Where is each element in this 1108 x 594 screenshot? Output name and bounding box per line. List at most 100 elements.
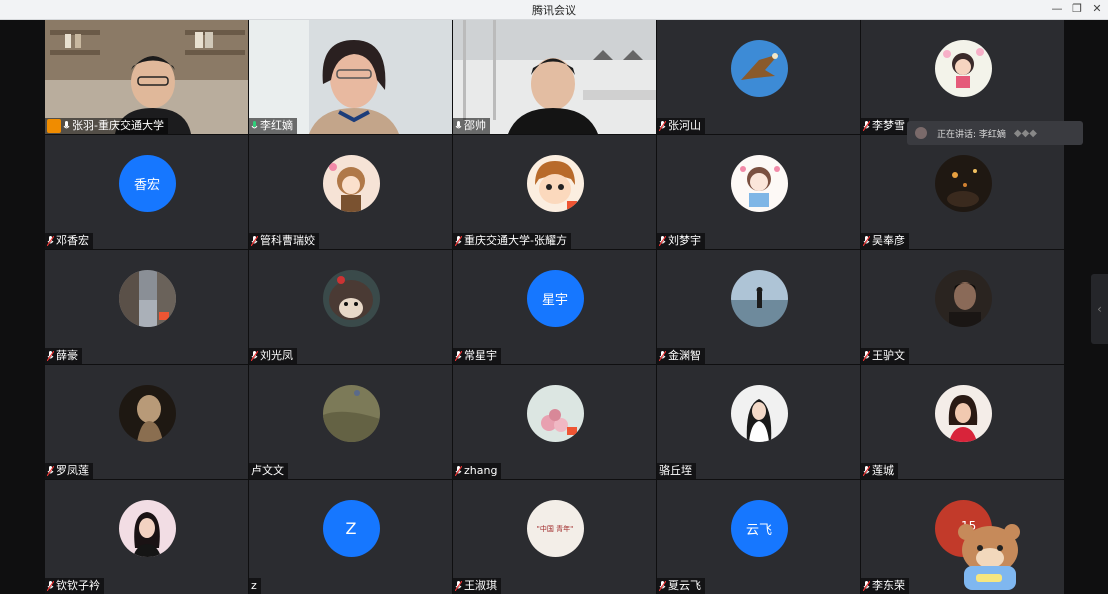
participant-name: 罗凤莲 <box>56 464 89 477</box>
participant-name-plate: 薛豪 <box>45 348 82 364</box>
participant-name-plate: z <box>249 578 261 594</box>
microphone-muted-icon <box>47 236 54 246</box>
participant-tile[interactable]: 李梦雪 <box>861 20 1064 134</box>
text-avatar: 香宏 <box>118 155 176 212</box>
participant-name: 薛豪 <box>56 349 78 362</box>
participant-tile[interactable]: 卢文文 <box>249 365 452 479</box>
participant-tile[interactable]: 王驴文 <box>861 250 1064 364</box>
participant-name-plate: 李梦雪 <box>861 118 909 134</box>
street-photo-avatar <box>118 270 176 327</box>
minimize-icon[interactable]: — <box>1048 1 1066 17</box>
microphone-muted-icon <box>659 236 666 246</box>
microphone-muted-icon <box>863 466 870 476</box>
participant-tile[interactable]: 星宇 常星宇 <box>453 250 656 364</box>
participant-name-plate: 刘梦宇 <box>657 233 705 249</box>
host-icon <box>47 119 61 133</box>
participant-tile[interactable]: 骆丘垤 <box>657 365 860 479</box>
participant-name: 刘梦宇 <box>668 234 701 247</box>
participant-name-plate: 刘光凤 <box>249 348 297 364</box>
participant-tile[interactable]: 邵帅 <box>453 20 656 134</box>
participant-tile[interactable]: 张河山 <box>657 20 860 134</box>
speaker-avatar-icon <box>915 127 927 139</box>
flowers-avatar <box>526 385 584 442</box>
microphone-active-icon <box>251 121 258 131</box>
microphone-icon <box>63 121 70 131</box>
microphone-muted-icon <box>455 466 462 476</box>
participant-name: 邓香宏 <box>56 234 89 247</box>
chibi-avatar <box>730 155 788 212</box>
microphone-icon <box>455 121 462 131</box>
participant-name-plate: 夏云飞 <box>657 578 705 594</box>
text-avatar: 云飞 <box>730 500 788 557</box>
participant-tile[interactable]: 金渊智 <box>657 250 860 364</box>
close-icon[interactable]: ✕ <box>1088 1 1106 17</box>
participant-name: 张河山 <box>668 119 701 132</box>
speaking-indicator: 正在讲话: 李红嫡 ◆◆◆ <box>907 121 1083 145</box>
microphone-muted-icon <box>659 121 666 131</box>
participant-tile[interactable]: 张羽-重庆交通大学 <box>45 20 248 134</box>
selfie-avatar <box>118 500 176 557</box>
participant-name-plate: 金渊智 <box>657 348 705 364</box>
participant-tile[interactable]: 管科曹瑞姣 <box>249 135 452 249</box>
participant-tile[interactable]: 莲城 <box>861 365 1064 479</box>
collapse-panel-handle[interactable]: ‹ <box>1091 274 1108 344</box>
participant-name-plate: 骆丘垤 <box>657 463 696 479</box>
participant-tile[interactable]: 钦钦子衿 <box>45 480 248 594</box>
participant-tile[interactable]: 罗凤莲 <box>45 365 248 479</box>
title-bar: 腾讯会议 — ❐ ✕ <box>0 0 1108 20</box>
text-avatar: Z <box>322 500 380 557</box>
hedgehog-avatar <box>322 270 380 327</box>
text-avatar: 星宇 <box>526 270 584 327</box>
participant-name: 莲城 <box>872 464 894 477</box>
microphone-muted-icon <box>47 466 54 476</box>
participant-tile[interactable]: zhang <box>453 365 656 479</box>
participant-name-plate: 李东荣 <box>861 578 909 594</box>
beach-avatar <box>730 270 788 327</box>
woman-red-avatar <box>934 385 992 442</box>
participant-name: 管科曹瑞姣 <box>260 234 315 247</box>
participant-name-plate: 张羽-重庆交通大学 <box>45 118 168 134</box>
participant-name: 常星宇 <box>464 349 497 362</box>
participant-name: zhang <box>464 464 498 477</box>
restore-icon[interactable]: ❐ <box>1068 1 1086 17</box>
participant-grid: 张羽-重庆交通大学 李红嫡 邵帅 张河山 李梦雪 香宏 邓香宏 管科曹瑞姣 重庆… <box>45 20 1064 594</box>
participant-name-plate: 莲城 <box>861 463 898 479</box>
participant-tile[interactable]: Z z <box>249 480 452 594</box>
participant-tile[interactable]: 薛豪 <box>45 250 248 364</box>
night-photo-avatar <box>934 155 992 212</box>
participant-tile[interactable]: 刘光凤 <box>249 250 452 364</box>
participant-name: 李东荣 <box>872 579 905 592</box>
microphone-muted-icon <box>455 236 462 246</box>
participant-name-plate: 钦钦子衿 <box>45 578 104 594</box>
participant-name: 吴奉彦 <box>872 234 905 247</box>
participant-tile[interactable]: 吴奉彦 <box>861 135 1064 249</box>
participant-tile[interactable]: 重庆交通大学-张耀方 <box>453 135 656 249</box>
video-feed <box>45 20 248 134</box>
cartoon-girl-avatar <box>934 40 992 97</box>
participant-name: 钦钦子衿 <box>56 579 100 592</box>
participant-name-plate: 李红嫡 <box>249 118 297 134</box>
bear-sticker <box>950 520 1028 590</box>
microphone-muted-icon <box>47 351 54 361</box>
white-dress-avatar <box>730 385 788 442</box>
participant-tile[interactable]: "中国 青年" 王淑琪 <box>453 480 656 594</box>
participant-name-plate: 张河山 <box>657 118 705 134</box>
participant-name: z <box>251 579 257 592</box>
participant-tile[interactable]: 刘梦宇 <box>657 135 860 249</box>
audio-wave-icon: ◆◆◆ <box>1013 127 1037 139</box>
field-avatar <box>322 385 380 442</box>
participant-name: 张羽-重庆交通大学 <box>72 119 164 132</box>
participant-name: 金渊智 <box>668 349 701 362</box>
participant-name-plate: 管科曹瑞姣 <box>249 233 319 249</box>
participant-name: 卢文文 <box>251 464 284 477</box>
participant-tile-active-speaker[interactable]: 李红嫡 <box>249 20 452 134</box>
statue-avatar <box>118 385 176 442</box>
participant-name-plate: 吴奉彦 <box>861 233 909 249</box>
participant-name-plate: 重庆交通大学-张耀方 <box>453 233 571 249</box>
video-feed <box>453 20 656 134</box>
microphone-muted-icon <box>863 236 870 246</box>
participant-tile[interactable]: 云飞 夏云飞 <box>657 480 860 594</box>
participant-tile[interactable]: 香宏 邓香宏 <box>45 135 248 249</box>
microphone-muted-icon <box>863 121 870 131</box>
anime-girl-avatar <box>322 155 380 212</box>
